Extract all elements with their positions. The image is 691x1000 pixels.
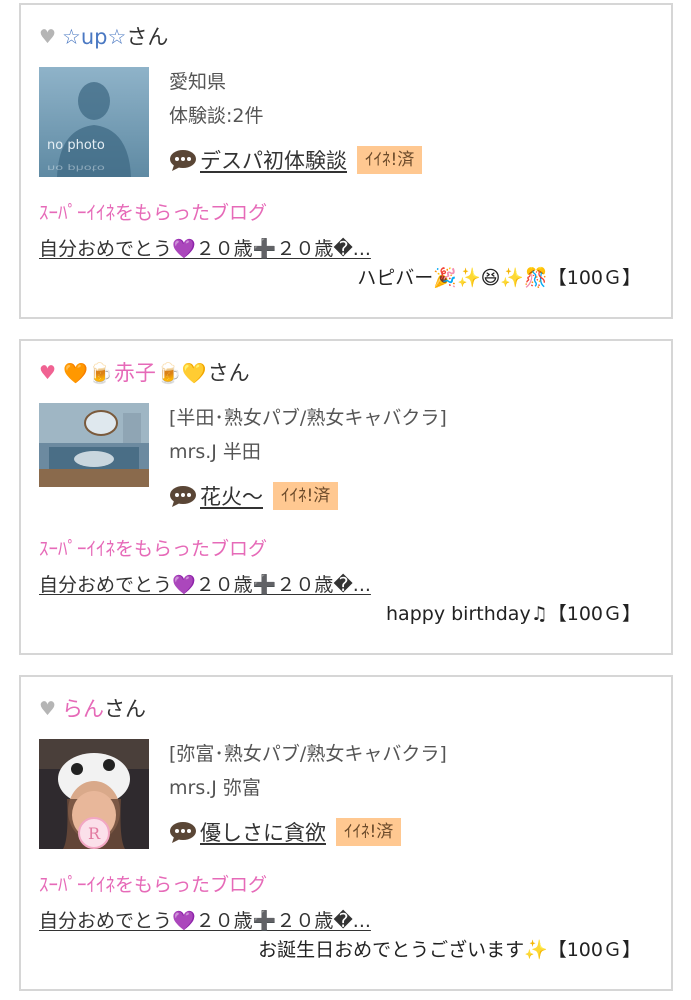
- shop-category: [弥富･熟女パブ/熟女キャバクラ]: [169, 743, 447, 765]
- super-iine-label: ｽｰﾊﾟｰｲｲﾈをもらったブログ: [39, 202, 268, 224]
- user-info: [半田･熟女パブ/熟女キャバクラ] mrs.J 半田: [169, 403, 447, 471]
- card-header: ♥ ☆up☆ さん: [39, 23, 168, 51]
- user-name[interactable]: 赤子: [114, 359, 156, 387]
- speech-bubble-icon: [170, 822, 196, 843]
- avatar-label: no photo: [47, 138, 105, 153]
- comment-text: お誕生日おめでとうございます✨【100Ｇ】: [258, 939, 641, 961]
- honorific: さん: [126, 25, 169, 49]
- avatar-label: R: [88, 824, 101, 843]
- review-card: ♥ らん さん R [弥富･熟女パブ/熟女キャバクラ] mrs.J 弥富 優しさ…: [19, 675, 673, 991]
- comment-text: ハピバー🎉✨😆✨🎊【100Ｇ】: [357, 267, 641, 289]
- blog-title-link[interactable]: 自分おめでとう💜２０歳➕２０歳�...: [39, 570, 371, 597]
- review-card: ♥ ☆up☆ さん no photo no photo 愛知県 体験談:2件 デ…: [19, 3, 673, 319]
- speech-bubble-icon: [170, 486, 196, 507]
- card-header: ♥ 🧡🍺 赤子 🍺💛 さん: [39, 359, 250, 387]
- shop-name: mrs.J 弥富: [169, 777, 261, 799]
- diary-row: 優しさに貪欲 ｲｲﾈ!済: [169, 817, 402, 847]
- name-suffix-emoji: 🍺💛: [156, 361, 207, 385]
- name-prefix-emoji: 🧡🍺: [63, 361, 113, 385]
- blog-title-link[interactable]: 自分おめでとう💜２０歳➕２０歳�...: [39, 234, 371, 261]
- avatar[interactable]: R: [39, 739, 149, 849]
- diary-row: デスパ初体験談 ｲｲﾈ!済: [169, 145, 423, 175]
- diary-row: 花火〜 ｲｲﾈ!済: [169, 481, 339, 511]
- svg-text:no photo: no photo: [47, 163, 105, 172]
- user-location: 愛知県: [169, 71, 227, 93]
- user-info: [弥富･熟女パブ/熟女キャバクラ] mrs.J 弥富: [169, 739, 447, 807]
- pink-heart-icon[interactable]: ♥: [39, 359, 56, 387]
- diary-title-link[interactable]: デスパ初体験談: [200, 145, 347, 175]
- card-header: ♥ らん さん: [39, 695, 146, 723]
- iine-status-badge: ｲｲﾈ!済: [336, 818, 402, 846]
- shop-name: mrs.J 半田: [169, 441, 261, 463]
- honorific: さん: [207, 361, 250, 385]
- shop-category: [半田･熟女パブ/熟女キャバクラ]: [169, 407, 447, 429]
- iine-status-badge: ｲｲﾈ!済: [357, 146, 423, 174]
- diary-title-link[interactable]: 花火〜: [200, 481, 263, 511]
- super-iine-label: ｽｰﾊﾟｰｲｲﾈをもらったブログ: [39, 538, 268, 560]
- iine-status-badge: ｲｲﾈ!済: [273, 482, 339, 510]
- diary-title-link[interactable]: 優しさに貪欲: [200, 817, 326, 847]
- speech-bubble-icon: [170, 150, 196, 171]
- comment-text: happy birthday♫【100Ｇ】: [386, 603, 641, 625]
- review-count: 体験談:2件: [169, 105, 264, 127]
- user-info: 愛知県 体験談:2件: [169, 67, 264, 135]
- honorific: さん: [104, 697, 147, 721]
- review-card: ♥ 🧡🍺 赤子 🍺💛 さん [半田･熟女パブ/熟女キャバクラ] mrs.J 半田…: [19, 339, 673, 655]
- blog-title-link[interactable]: 自分おめでとう💜２０歳➕２０歳�...: [39, 906, 371, 933]
- super-iine-label: ｽｰﾊﾟｰｲｲﾈをもらったブログ: [39, 874, 268, 896]
- avatar[interactable]: no photo no photo: [39, 67, 149, 177]
- gray-heart-icon[interactable]: ♥: [39, 695, 56, 723]
- avatar[interactable]: [39, 403, 149, 487]
- user-name[interactable]: らん: [62, 695, 104, 723]
- user-name[interactable]: ☆up☆: [62, 23, 126, 51]
- gray-heart-icon[interactable]: ♥: [39, 23, 56, 51]
